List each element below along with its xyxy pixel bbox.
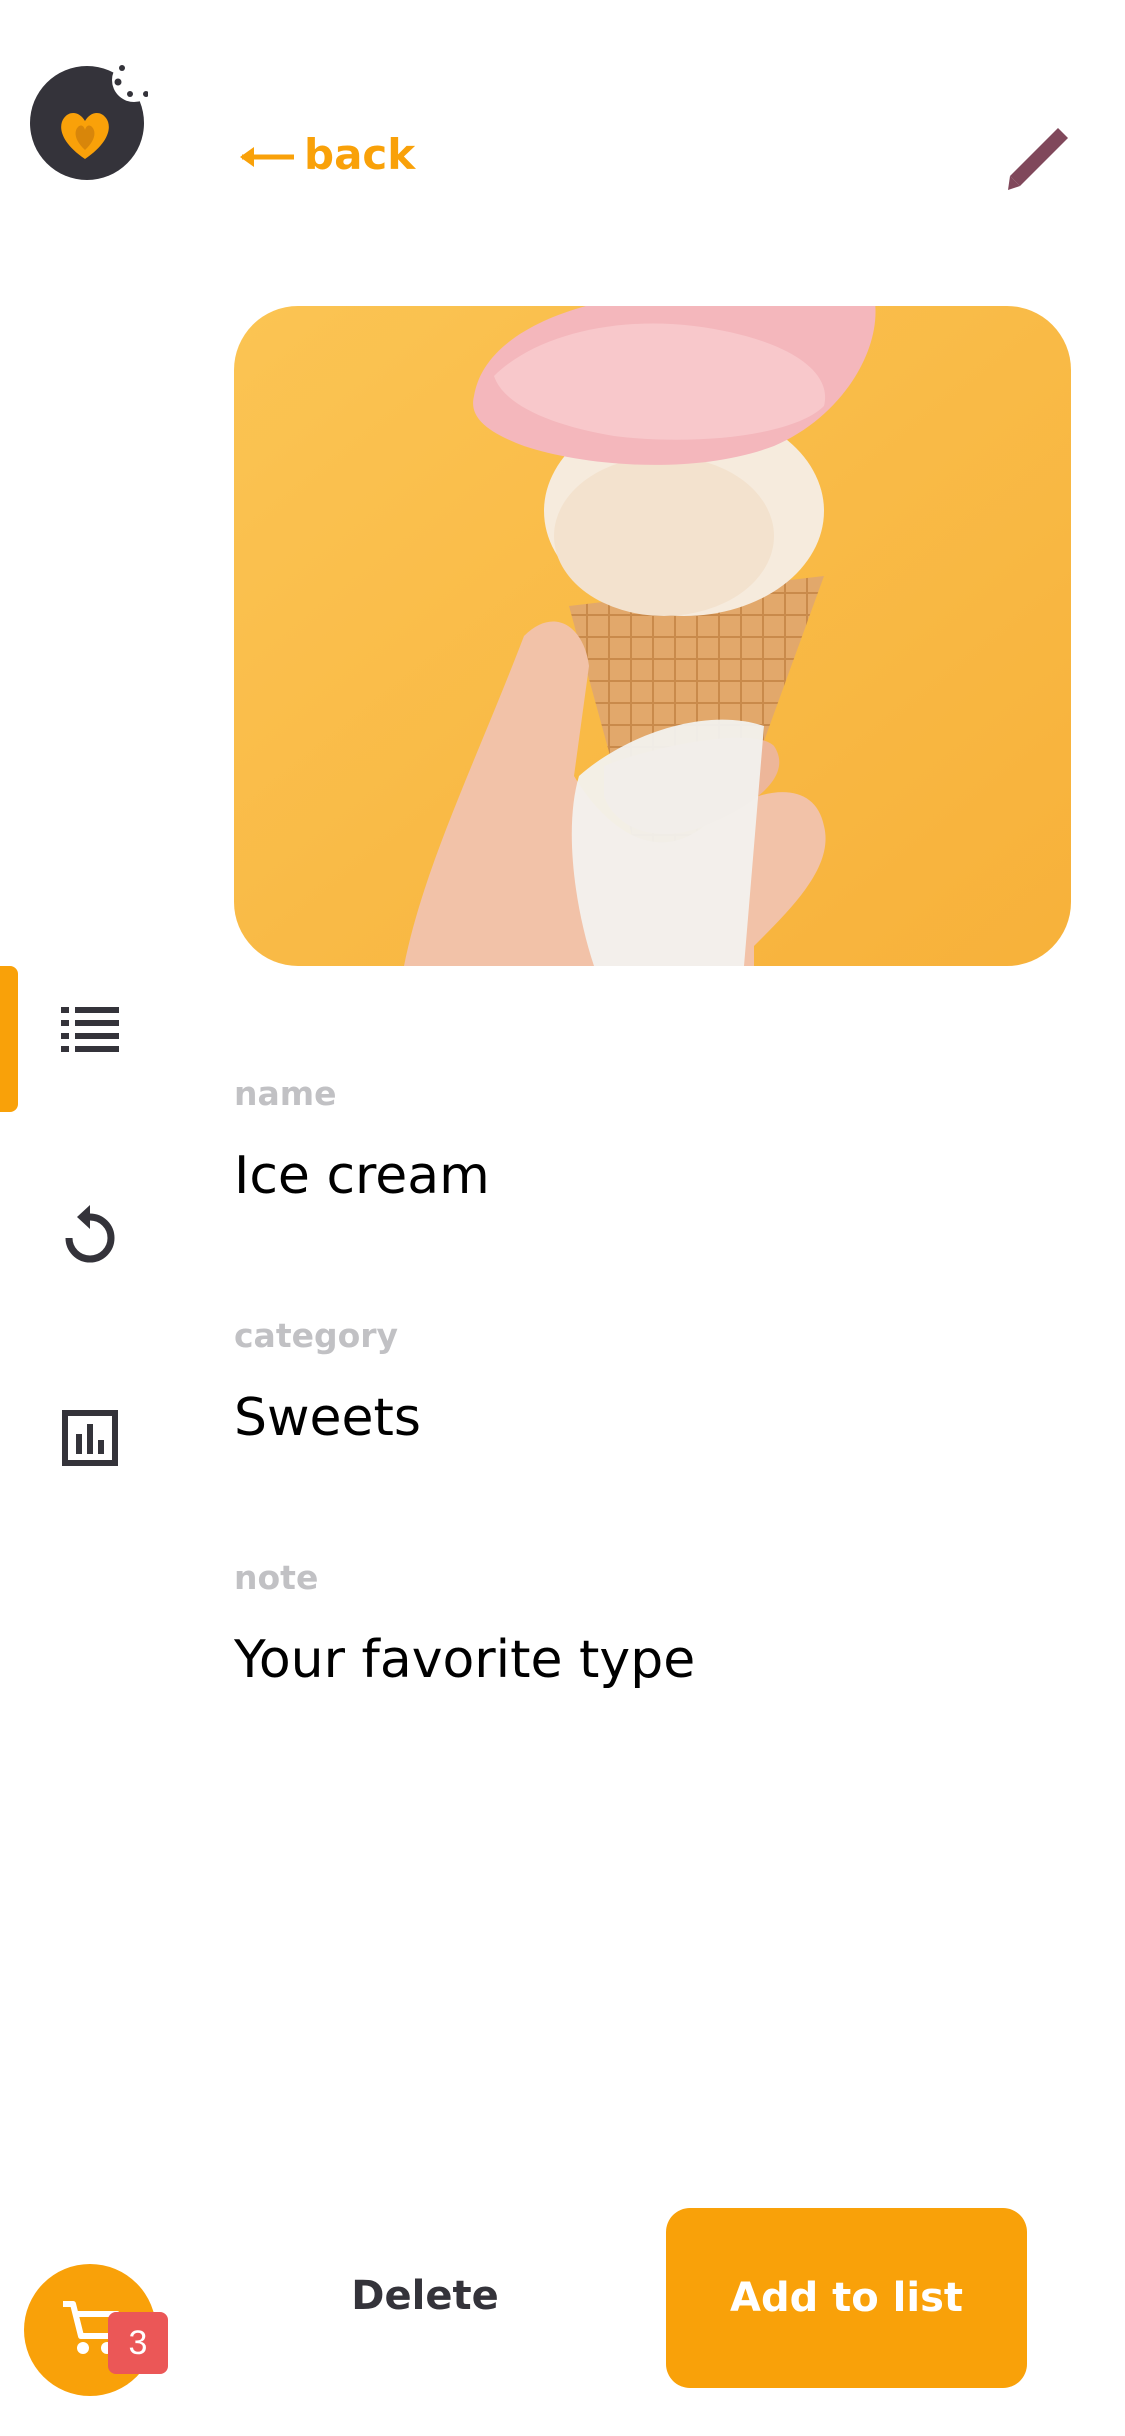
name-value: Ice cream (234, 1146, 490, 1206)
note-label: note (234, 1558, 319, 1597)
refresh-icon (63, 1203, 117, 1269)
category-value: Sweets (234, 1388, 422, 1448)
app-logo-icon[interactable] (30, 58, 156, 182)
add-to-list-button[interactable]: Add to list (666, 2208, 1027, 2388)
sidebar: 3 (0, 0, 180, 2436)
item-image (234, 306, 1071, 966)
cart-count-badge: 3 (108, 2312, 168, 2374)
bar-chart-icon (62, 1410, 118, 1470)
pencil-icon[interactable] (1002, 124, 1072, 194)
category-label: category (234, 1316, 399, 1355)
nav-statistics[interactable] (0, 1370, 180, 1510)
delete-button[interactable]: Delete (320, 2206, 530, 2386)
note-value: Your favorite type (234, 1630, 696, 1690)
nav-items[interactable] (0, 962, 180, 1102)
name-label: name (234, 1074, 337, 1113)
back-label: back (304, 129, 416, 179)
nav-history[interactable] (0, 1166, 180, 1306)
back-link[interactable]: back (238, 122, 415, 186)
arrow-left-icon (238, 130, 294, 179)
list-icon (61, 1007, 119, 1057)
